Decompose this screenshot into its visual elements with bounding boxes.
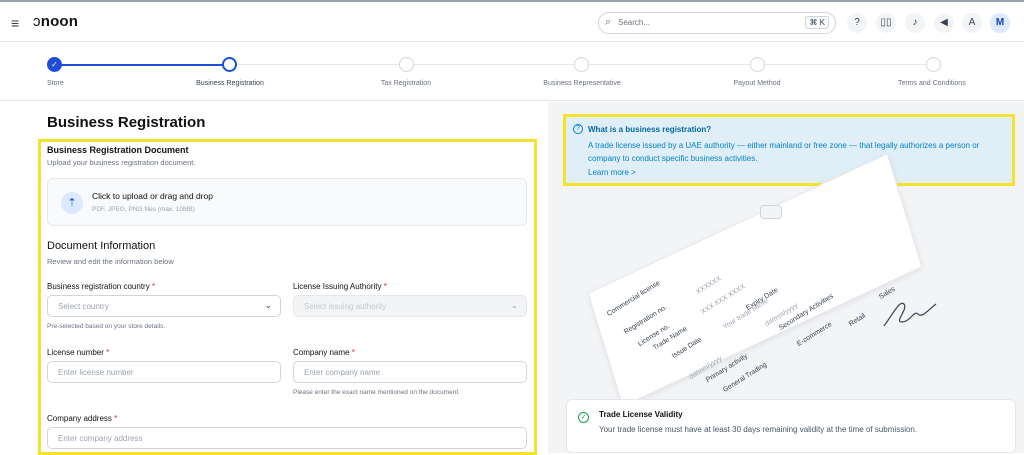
country-select-value: Select country — [58, 302, 109, 311]
authority-select-value: Select issuing authority — [304, 302, 387, 311]
registration-document-subtitle: Upload your business registration docume… — [47, 158, 196, 167]
authority-label-text: License Issuing Authority — [293, 282, 382, 291]
company-address-placeholder: Enter company address — [58, 434, 143, 443]
book-icon[interactable]: ▯▯ — [876, 13, 896, 33]
noon-logo[interactable]: ↄnoon — [33, 13, 78, 30]
stepper-track-progress — [55, 64, 230, 66]
search-shortcut-badge: ⌘ K — [805, 16, 829, 29]
upload-hint: PDF, JPEG, PNG files (max. 10MB) — [92, 206, 195, 213]
step-business-representative-dot[interactable] — [574, 57, 589, 72]
chevron-down-icon: ⌄ — [264, 300, 272, 310]
required-mark: * — [151, 282, 156, 291]
company-name-field[interactable]: Enter company name — [293, 361, 527, 383]
required-mark: * — [351, 348, 355, 357]
license-number-label: License number * — [47, 348, 109, 357]
megaphone-icon[interactable]: ◀ — [934, 13, 954, 33]
required-mark: * — [106, 348, 110, 357]
company-name-hint: Please enter the exact name mentioned on… — [293, 389, 460, 396]
country-select[interactable]: Select country ⌄ — [47, 295, 281, 317]
company-address-label-text: Company address — [47, 414, 112, 423]
company-name-label-text: Company name — [293, 348, 350, 357]
country-label: Business registration country * — [47, 282, 155, 291]
document-information-title: Document Information — [47, 240, 156, 252]
document-seal-icon — [760, 205, 782, 219]
brand-name: noon — [40, 13, 79, 30]
info-title: What is a business registration? — [588, 125, 712, 134]
country-label-text: Business registration country — [47, 282, 150, 291]
license-number-placeholder: Enter license number — [58, 368, 134, 377]
company-address-field[interactable]: Enter company address — [47, 427, 527, 449]
step-tax-registration-dot[interactable] — [399, 57, 414, 72]
learn-more-link[interactable]: Learn more > — [588, 168, 636, 177]
upload-title: Click to upload or drag and drop — [92, 191, 213, 201]
step-label-payout-method: Payout Method — [733, 80, 781, 87]
step-payout-method-dot[interactable] — [750, 57, 765, 72]
validity-description: Your trade license must have at least 30… — [599, 425, 918, 434]
required-mark: * — [114, 414, 118, 423]
translate-icon[interactable]: A — [962, 13, 982, 33]
step-business-registration-dot[interactable] — [222, 57, 237, 72]
search-input[interactable]: ⌕ Search... ⌘ K — [598, 12, 836, 34]
step-label-business-representative: Business Representative — [543, 80, 621, 87]
check-circle-icon: ✓ — [578, 412, 589, 423]
avatar[interactable]: M — [990, 13, 1010, 33]
authority-label: License Issuing Authority * — [293, 282, 387, 291]
info-description: A trade license issued by a UAE authorit… — [588, 141, 980, 163]
top-navigation-bar: ≡ ↄnoon ⌕ Search... ⌘ K ? ▯▯ ♪ ◀ A M — [0, 0, 1024, 42]
required-mark: * — [383, 282, 387, 291]
step-label-business-registration: Business Registration — [196, 80, 264, 87]
search-icon: ⌕ — [605, 16, 612, 28]
question-icon: ? — [573, 124, 583, 134]
license-number-label-text: License number — [47, 348, 104, 357]
upload-icon: ⇡ — [61, 192, 83, 214]
signature-icon — [883, 302, 937, 327]
search-placeholder: Search... — [618, 18, 651, 27]
authority-select[interactable]: Select issuing authority ⌄ — [293, 295, 527, 317]
help-icon[interactable]: ? — [847, 13, 867, 33]
page-title: Business Registration — [47, 114, 206, 131]
validity-title: Trade License Validity — [599, 410, 683, 419]
step-label-terms: Terms and Conditions — [898, 80, 966, 87]
progress-stepper: ✓ Store Business Registration Tax Regist… — [0, 43, 1024, 101]
step-label-store: Store — [47, 80, 64, 87]
company-address-label: Company address * — [47, 414, 117, 423]
company-name-placeholder: Enter company name — [304, 368, 381, 377]
chevron-down-icon: ⌄ — [510, 300, 518, 310]
step-terms-dot[interactable] — [926, 57, 941, 72]
company-name-label: Company name * — [293, 348, 355, 357]
license-number-field[interactable]: Enter license number — [47, 361, 281, 383]
menu-icon[interactable]: ≡ — [11, 15, 19, 31]
info-box: ? What is a business registration? A tra… — [563, 114, 1015, 186]
document-information-subtitle: Review and edit the information below — [47, 257, 174, 266]
country-hint: Pre-selected based on your store details… — [47, 323, 166, 330]
step-label-tax-registration: Tax Registration — [380, 80, 432, 87]
bell-icon[interactable]: ♪ — [905, 13, 925, 33]
step-store-dot[interactable]: ✓ — [47, 57, 62, 72]
upload-dropzone[interactable]: ⇡ Click to upload or drag and drop PDF, … — [47, 178, 527, 226]
trade-license-validity-card: ✓ Trade License Validity Your trade lice… — [566, 399, 1016, 453]
registration-document-title: Business Registration Document — [47, 145, 189, 155]
